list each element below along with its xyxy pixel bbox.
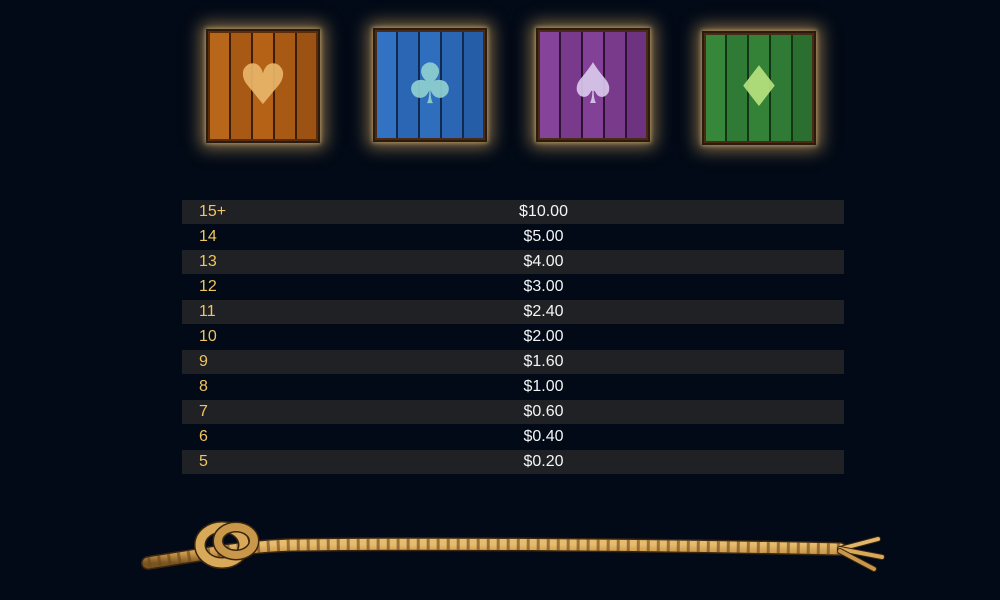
heart-symbol-tile: ♥ [206, 29, 320, 143]
prize-value: $2.40 [523, 303, 564, 320]
prize-value: $4.00 [523, 253, 564, 270]
prize-value: $1.60 [523, 353, 564, 370]
club-symbol-tile: ♣ [373, 28, 487, 142]
spade-symbol-tile: ♠ [536, 28, 650, 142]
paytable-row: 10 $2.00 [182, 325, 844, 349]
prize-value: $3.00 [523, 278, 564, 295]
paytable-row: 7 $0.60 [182, 400, 844, 424]
diamond-symbol-tile: ♦ [702, 31, 816, 145]
prize-value: $10.00 [519, 203, 568, 220]
paytable-row: 14 $5.00 [182, 225, 844, 249]
symbol-tiles: ♥ ♣ ♠ ♦ [0, 0, 1000, 170]
paytable-row: 15+ $10.00 [182, 200, 844, 224]
paytable-row: 8 $1.00 [182, 375, 844, 399]
paytable-row: 5 $0.20 [182, 450, 844, 474]
prize-value: $2.00 [523, 328, 564, 345]
prize-value: $5.00 [523, 228, 564, 245]
diamond-icon: ♦ [733, 55, 785, 120]
paytable-row: 6 $0.40 [182, 425, 844, 449]
paytable-row: 9 $1.60 [182, 350, 844, 374]
paytable: 15+ $10.00 14 $5.00 13 $4.00 12 $3.00 11… [182, 200, 844, 475]
paytable-row: 13 $4.00 [182, 250, 844, 274]
prize-value: $1.00 [523, 378, 564, 395]
paytable-page: ♥ ♣ ♠ ♦ 15+ $10.00 14 $5.00 13 $4.00 12 … [0, 0, 1000, 600]
spade-icon: ♠ [567, 52, 619, 117]
heart-icon: ♥ [237, 53, 289, 118]
rope-divider [141, 521, 885, 572]
paytable-row: 11 $2.40 [182, 300, 844, 324]
prize-value: $0.40 [523, 428, 564, 445]
prize-value: $0.20 [523, 453, 564, 470]
paytable-row: 12 $3.00 [182, 275, 844, 299]
prize-value: $0.60 [523, 403, 564, 420]
club-icon: ♣ [404, 52, 456, 117]
